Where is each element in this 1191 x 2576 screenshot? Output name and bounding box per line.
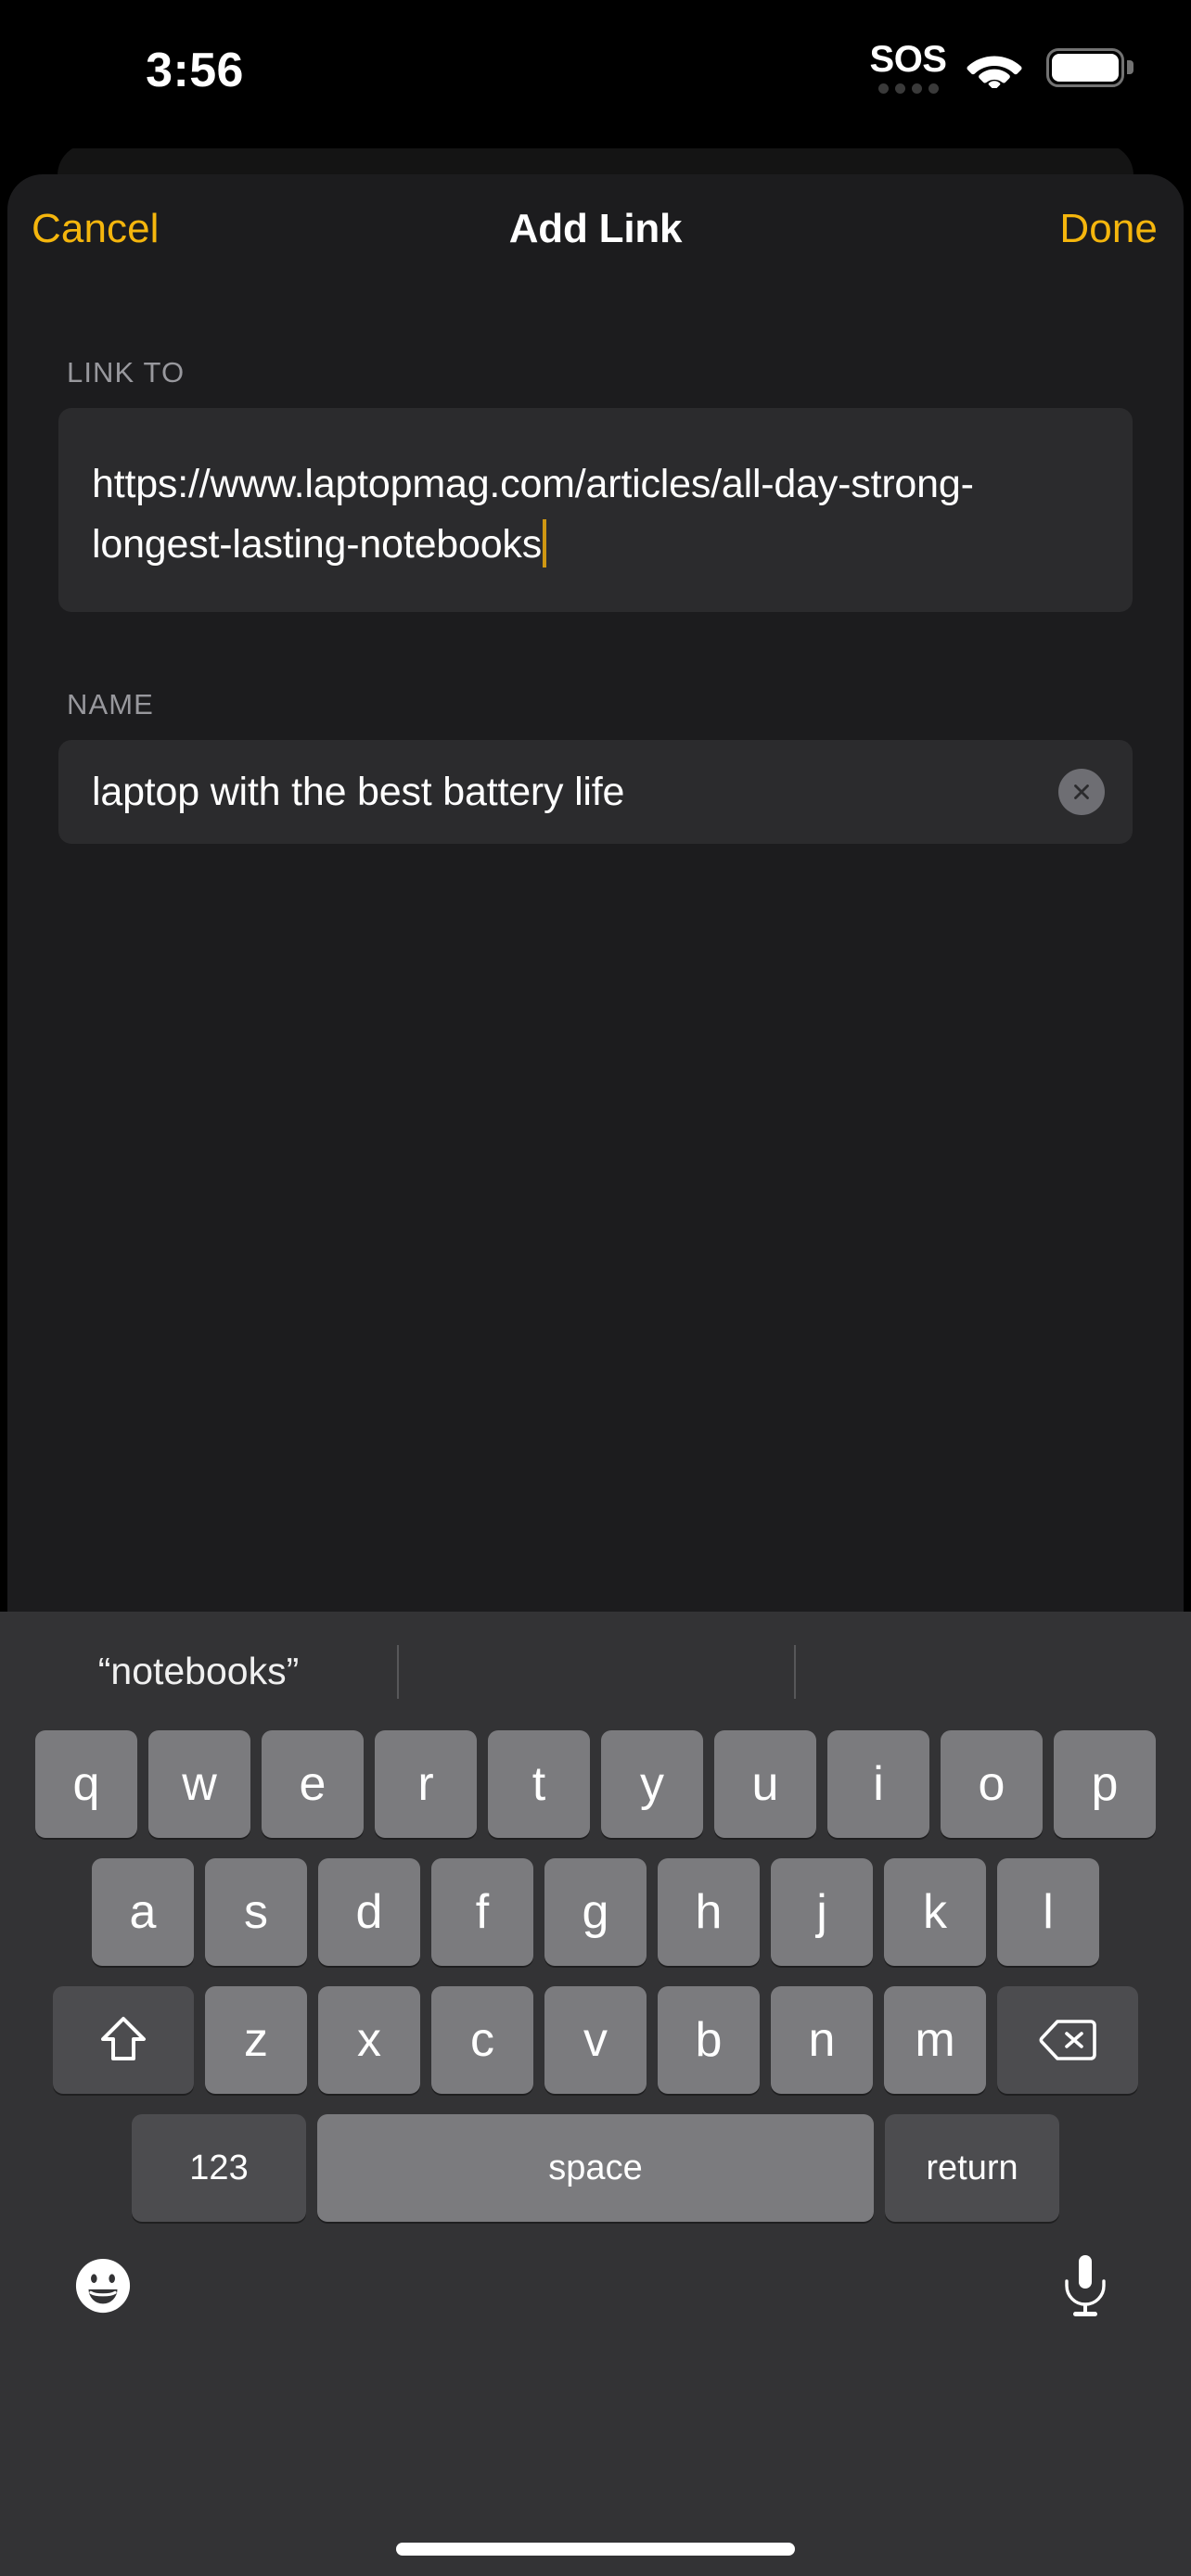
key-s[interactable]: s: [205, 1858, 307, 1966]
add-link-form: LINK TO https://www.laptopmag.com/articl…: [7, 356, 1184, 844]
suggestion-divider-2: [794, 1645, 796, 1699]
key-n[interactable]: n: [771, 1986, 873, 2094]
key-v[interactable]: v: [544, 1986, 647, 2094]
suggestion-item-3[interactable]: [794, 1612, 1191, 1730]
text-caret: [543, 519, 547, 567]
backspace-icon: [1039, 2020, 1096, 2060]
modal-title: Add Link: [508, 206, 683, 251]
name-input[interactable]: laptop with the best battery life: [58, 740, 1133, 844]
name-group: NAME laptop with the best battery life: [58, 688, 1133, 844]
suggestion-item-1[interactable]: “notebooks”: [0, 1612, 397, 1730]
close-icon-glyph: [1074, 784, 1089, 799]
link-to-label: LINK TO: [67, 356, 186, 389]
status-bar-indicators: SOS: [870, 41, 1133, 94]
status-bar-time: 3:56: [146, 44, 244, 97]
space-key[interactable]: space: [317, 2114, 874, 2222]
link-to-group: LINK TO https://www.laptopmag.com/articl…: [58, 356, 1133, 612]
suggestion-1-label: “notebooks”: [97, 1649, 300, 1692]
key-y[interactable]: y: [601, 1730, 703, 1838]
link-to-value-wrapper: https://www.laptopmag.com/articles/all-d…: [92, 454, 1099, 575]
key-k[interactable]: k: [884, 1858, 986, 1966]
key-w[interactable]: w: [148, 1730, 250, 1838]
emoji-button[interactable]: [74, 2257, 132, 2315]
shift-arrow-up-icon: [101, 2017, 146, 2060]
keyboard-row-3: z x c v b n m: [0, 1986, 1191, 2094]
sos-label: SOS: [869, 39, 947, 80]
key-d[interactable]: d: [318, 1858, 420, 1966]
cellular-signal-dots: [877, 83, 939, 94]
key-j[interactable]: j: [771, 1858, 873, 1966]
backspace-key[interactable]: [997, 1986, 1138, 2094]
key-t[interactable]: t: [488, 1730, 590, 1838]
keyboard-row-2: a s d f g h j k l: [0, 1858, 1191, 1966]
key-b[interactable]: b: [658, 1986, 760, 2094]
key-c[interactable]: c: [431, 1986, 533, 2094]
done-button[interactable]: Done: [1059, 206, 1158, 252]
key-g[interactable]: g: [544, 1858, 647, 1966]
key-x[interactable]: x: [318, 1986, 420, 2094]
key-o[interactable]: o: [941, 1730, 1043, 1838]
dictation-button[interactable]: [1059, 2253, 1111, 2318]
keyboard-bottom-row: [0, 2238, 1191, 2387]
suggestion-divider-1: [397, 1645, 399, 1699]
key-i[interactable]: i: [827, 1730, 929, 1838]
wifi-icon: [967, 56, 1022, 88]
key-m[interactable]: m: [884, 1986, 986, 2094]
onscreen-keyboard: “notebooks” q w e r t y u i o p a s d f …: [0, 1612, 1191, 2576]
link-to-value: https://www.laptopmag.com/articles/all-d…: [92, 462, 974, 567]
return-key[interactable]: return: [885, 2114, 1059, 2222]
key-u[interactable]: u: [714, 1730, 816, 1838]
key-r[interactable]: r: [375, 1730, 477, 1838]
key-z[interactable]: z: [205, 1986, 307, 2094]
link-to-input[interactable]: https://www.laptopmag.com/articles/all-d…: [58, 408, 1133, 612]
numbers-key[interactable]: 123: [132, 2114, 306, 2222]
shift-key[interactable]: [53, 1986, 194, 2094]
key-a[interactable]: a: [92, 1858, 194, 1966]
modal-navbar: Cancel Add Link Done: [7, 174, 1184, 284]
predictive-suggestion-bar: “notebooks”: [0, 1612, 1191, 1730]
name-value: laptop with the best battery life: [92, 769, 625, 814]
emoji-smiley-icon: [75, 2258, 131, 2314]
key-q[interactable]: q: [35, 1730, 137, 1838]
key-l[interactable]: l: [997, 1858, 1099, 1966]
add-link-modal: Cancel Add Link Done LINK TO https://www…: [7, 174, 1184, 1612]
microphone-icon: [1065, 2255, 1106, 2316]
key-f[interactable]: f: [431, 1858, 533, 1966]
home-indicator: [396, 2543, 795, 2556]
close-circle-icon[interactable]: [1058, 769, 1105, 815]
battery-icon: [1046, 47, 1133, 87]
key-p[interactable]: p: [1054, 1730, 1156, 1838]
status-bar: 3:56 SOS: [0, 0, 1191, 148]
sos-indicator: SOS: [870, 41, 947, 94]
name-label: NAME: [67, 688, 154, 721]
keyboard-row-1: q w e r t y u i o p: [0, 1730, 1191, 1838]
key-h[interactable]: h: [658, 1858, 760, 1966]
keyboard-row-4: 123 space return: [0, 2114, 1191, 2222]
suggestion-item-2[interactable]: [397, 1612, 794, 1730]
key-e[interactable]: e: [262, 1730, 364, 1838]
